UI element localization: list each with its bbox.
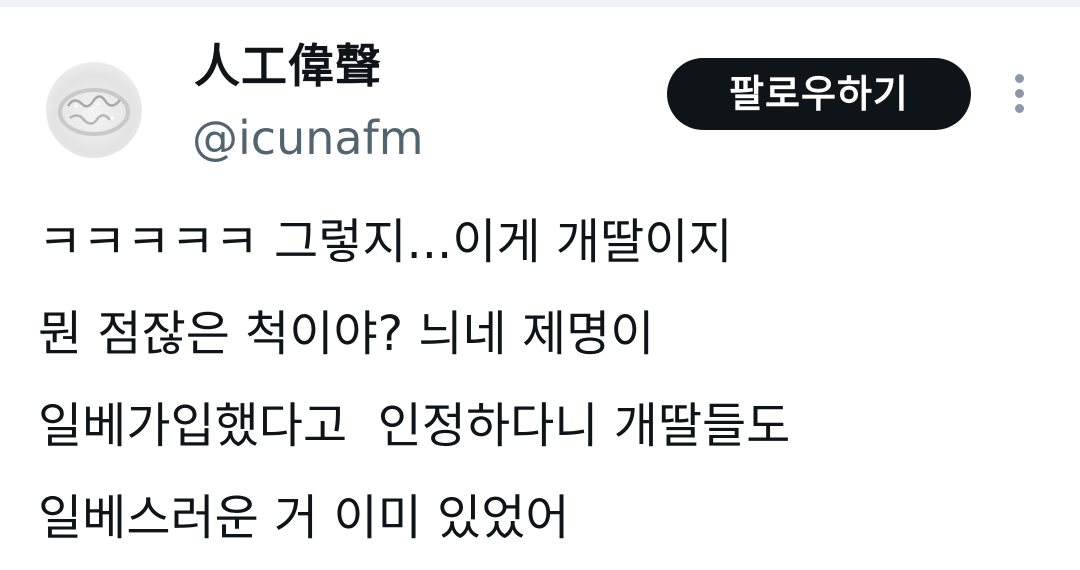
top-divider <box>0 0 1080 7</box>
more-dot <box>1015 104 1024 113</box>
more-dot <box>1015 89 1024 98</box>
more-vertical-icon[interactable] <box>1006 70 1034 118</box>
avatar[interactable] <box>46 62 142 158</box>
tweet-line: ㅋㅋㅋㅋㅋ 그렇지...이게 개딸이지 <box>38 214 733 270</box>
user-handle[interactable]: @icunafm <box>192 110 424 166</box>
display-name[interactable]: 人工偉聲 <box>194 38 382 94</box>
tweet-line: 뭔 점잖은 척이야? 늬네 제명이 <box>38 306 655 362</box>
follow-button[interactable]: 팔로우하기 <box>667 58 971 130</box>
tweet-line: 일베스러운 거 이미 있었어 <box>38 490 570 546</box>
ring-image <box>58 88 130 136</box>
tweet-line: 일베가입했다고 인정하다니 개딸들도 <box>38 398 791 454</box>
tweet-card: 人工偉聲 @icunafm 팔로우하기 ㅋㅋㅋㅋㅋ 그렇지...이게 개딸이지 … <box>0 0 1080 570</box>
more-dot <box>1015 74 1024 83</box>
tweet-text: ㅋㅋㅋㅋㅋ 그렇지...이게 개딸이지 뭔 점잖은 척이야? 늬네 제명이 일베… <box>38 196 1058 564</box>
